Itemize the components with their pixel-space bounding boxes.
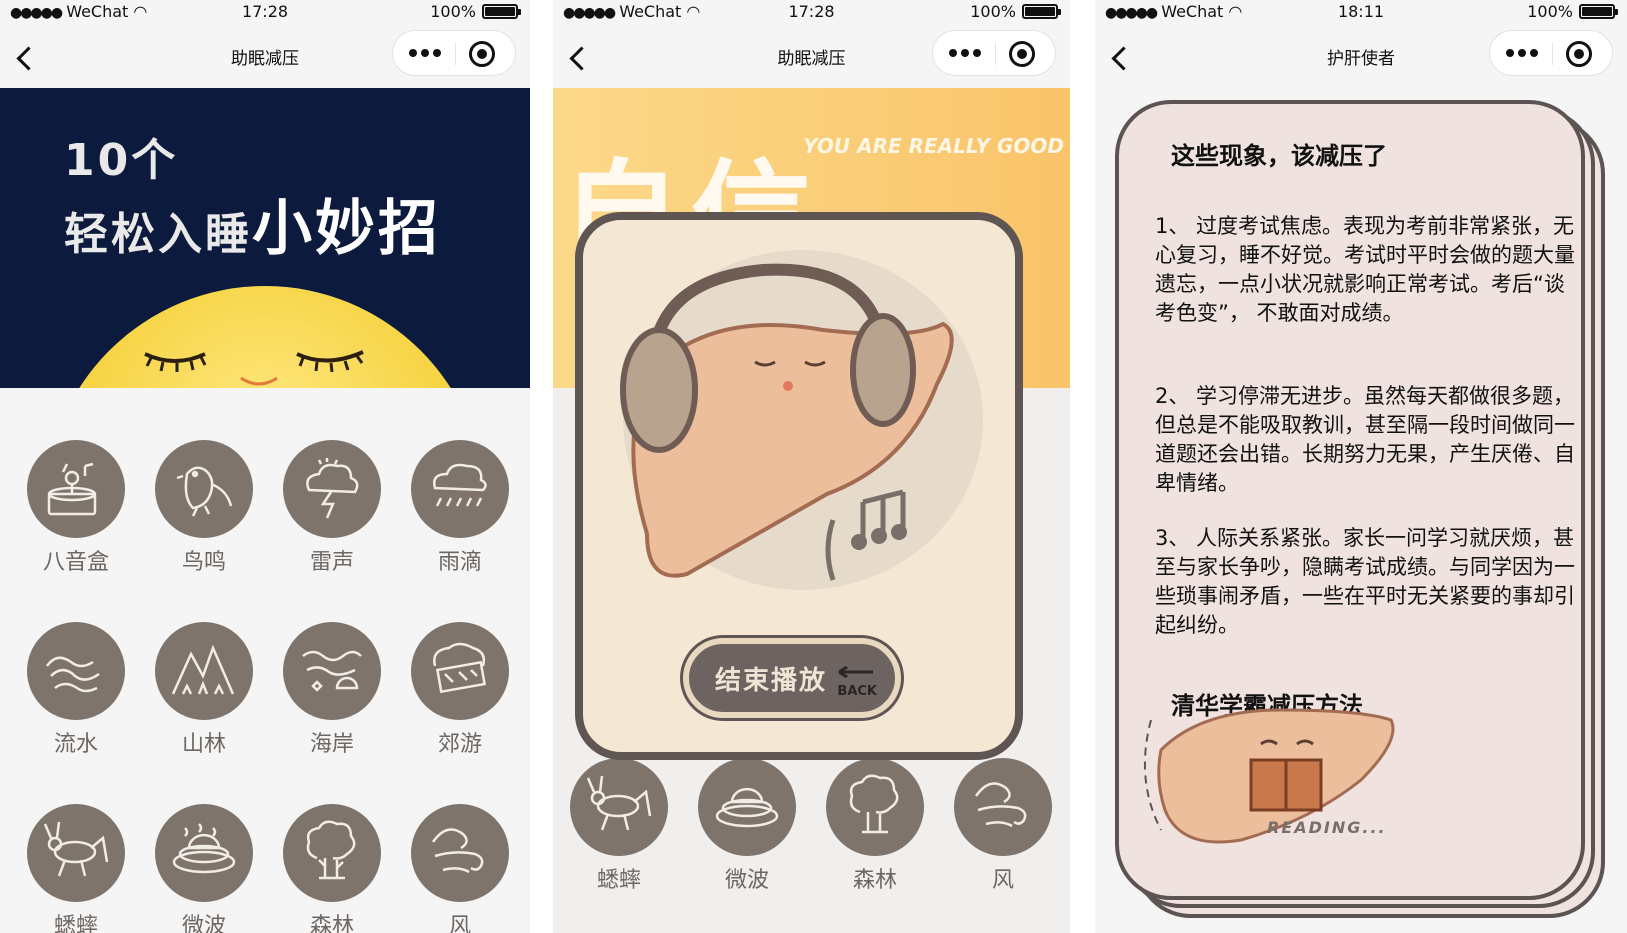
status-bar: ●●●●● WeChat ◠ 17:28 100% bbox=[553, 0, 1070, 28]
playing-modal: 结束播放 BACK bbox=[575, 212, 1023, 760]
sound-label: 风 bbox=[991, 868, 1014, 893]
nav-bar: 助眠减压 bbox=[0, 28, 530, 88]
music-box-icon bbox=[27, 440, 125, 538]
sound-item[interactable]: 八音盒 bbox=[12, 440, 140, 576]
nav-bar: 助眠减压 bbox=[553, 28, 1070, 88]
banner-line1: 10个 bbox=[64, 135, 179, 186]
article-title: 这些现象，该减压了 bbox=[1171, 142, 1387, 170]
stop-playback-button[interactable]: 结束播放 BACK bbox=[683, 638, 901, 718]
sound-item[interactable]: 雷声 bbox=[268, 440, 396, 576]
sound-item[interactable]: 微波 bbox=[683, 758, 811, 894]
forest-icon bbox=[283, 804, 381, 902]
thunder-icon bbox=[283, 440, 381, 538]
mini-program-capsule bbox=[1489, 30, 1613, 76]
sound-item[interactable]: 海岸 bbox=[268, 622, 396, 758]
sound-item[interactable]: 流水 bbox=[12, 622, 140, 758]
screen-sleep-sounds: ●●●●● WeChat ◠ 17:28 100% 助眠减压 10个 轻松入睡小… bbox=[0, 0, 530, 933]
capsule-divider bbox=[455, 43, 456, 65]
sound-item[interactable]: 森林 bbox=[268, 804, 396, 933]
wave-icon bbox=[155, 804, 253, 902]
status-bar: ●●●●● WeChat ◠ 18:11 100% bbox=[1095, 0, 1627, 28]
sound-label: 八音盒 bbox=[42, 550, 109, 575]
capsule-divider bbox=[995, 43, 996, 65]
back-arrow-icon bbox=[838, 666, 873, 678]
battery-status: 100% bbox=[1527, 2, 1618, 21]
sound-label: 海岸 bbox=[309, 732, 354, 757]
mini-program-capsule bbox=[932, 30, 1056, 76]
banner-slogan: YOU ARE REALLY GOOD bbox=[803, 134, 1064, 158]
battery-status: 100% bbox=[970, 2, 1061, 21]
sound-label: 鸟鸣 bbox=[181, 550, 226, 575]
close-target-icon[interactable] bbox=[469, 41, 495, 67]
sound-label: 郊游 bbox=[437, 732, 482, 757]
cricket-icon bbox=[570, 758, 668, 856]
coast-icon bbox=[283, 622, 381, 720]
mountain-icon bbox=[155, 622, 253, 720]
outing-icon bbox=[411, 622, 509, 720]
nav-bar: 护肝使者 bbox=[1095, 28, 1627, 88]
sound-item[interactable]: 郊游 bbox=[396, 622, 524, 758]
mini-program-capsule bbox=[392, 30, 516, 76]
sound-label: 森林 bbox=[309, 914, 354, 933]
capsule-divider bbox=[1552, 43, 1553, 65]
paragraph-2: 2、 学习停滞无进步。虽然每天都做很多题，但总是不能吸取教训，甚至隔一段时间做同… bbox=[1155, 384, 1575, 495]
sound-item[interactable]: 蟋蟀 bbox=[12, 804, 140, 933]
sound-item[interactable]: 蟋蟀 bbox=[555, 758, 683, 894]
close-target-icon[interactable] bbox=[1566, 41, 1592, 67]
rain-icon bbox=[411, 440, 509, 538]
sound-item[interactable]: 微波 bbox=[140, 804, 268, 933]
reading-caption: READING... bbox=[1267, 818, 1387, 837]
battery-icon bbox=[1579, 4, 1618, 19]
sound-label: 雨滴 bbox=[437, 550, 482, 575]
bird-icon bbox=[155, 440, 253, 538]
sound-label: 雷声 bbox=[309, 550, 354, 575]
sound-label: 蟋蟀 bbox=[53, 914, 98, 933]
sound-grid: 蟋蟀 微波 森林 风 bbox=[553, 758, 1070, 894]
sound-label: 微波 bbox=[724, 868, 769, 893]
sound-label: 流水 bbox=[53, 732, 98, 757]
cricket-icon bbox=[27, 804, 125, 902]
sound-item[interactable]: 雨滴 bbox=[396, 440, 524, 576]
screen-stress-article: ●●●●● WeChat ◠ 18:11 100% 护肝使者 这些现象，该减压了… bbox=[1095, 0, 1627, 933]
water-icon bbox=[27, 622, 125, 720]
paragraph-1: 1、 过度考试焦虑。表现为考前非常紧张，无心复习，睡不好觉。考试时平时会做的题大… bbox=[1155, 214, 1575, 325]
wind-icon bbox=[411, 804, 509, 902]
sound-item[interactable]: 鸟鸣 bbox=[140, 440, 268, 576]
more-icon[interactable] bbox=[1504, 44, 1548, 62]
banner[interactable]: 10个 轻松入睡小妙招 bbox=[0, 88, 530, 388]
article-card: 这些现象，该减压了 1、 过度考试焦虑。表现为考前非常紧张，无心复习，睡不好觉。… bbox=[1115, 100, 1609, 920]
wind-icon bbox=[954, 758, 1052, 856]
more-icon[interactable] bbox=[407, 44, 451, 62]
banner-line2: 轻松入睡小妙招 bbox=[64, 194, 441, 264]
sound-item[interactable]: 风 bbox=[396, 804, 524, 933]
battery-icon bbox=[482, 4, 521, 19]
sound-label: 蟋蟀 bbox=[596, 868, 641, 893]
battery-icon bbox=[1022, 4, 1061, 19]
screen-playing-modal: ●●●●● WeChat ◠ 17:28 100% 助眠减压 自信 YOU AR… bbox=[553, 0, 1070, 933]
sound-grid: 八音盒 鸟鸣 雷声 雨滴 流水 山林 海岸 郊游 蟋蟀 微波 森林 风 bbox=[12, 440, 522, 933]
sound-label: 森林 bbox=[852, 868, 897, 893]
more-icon[interactable] bbox=[947, 44, 991, 62]
status-bar: ●●●●● WeChat ◠ 17:28 100% bbox=[0, 0, 530, 28]
moon-illustration bbox=[45, 286, 485, 388]
sound-label: 山林 bbox=[181, 732, 226, 757]
wave-icon bbox=[698, 758, 796, 856]
liver-headphones-illustration bbox=[620, 250, 983, 590]
sound-label: 微波 bbox=[181, 914, 226, 933]
close-target-icon[interactable] bbox=[1009, 41, 1035, 67]
sound-item[interactable]: 山林 bbox=[140, 622, 268, 758]
sound-item[interactable]: 森林 bbox=[811, 758, 939, 894]
battery-status: 100% bbox=[430, 2, 521, 21]
forest-icon bbox=[826, 758, 924, 856]
sound-item[interactable]: 风 bbox=[939, 758, 1067, 894]
paragraph-3: 3、 人际关系紧张。家长一问学习就厌烦，甚至与家长争吵，隐瞒考试成绩。与同学因为… bbox=[1155, 526, 1575, 637]
sound-label: 风 bbox=[448, 914, 471, 933]
